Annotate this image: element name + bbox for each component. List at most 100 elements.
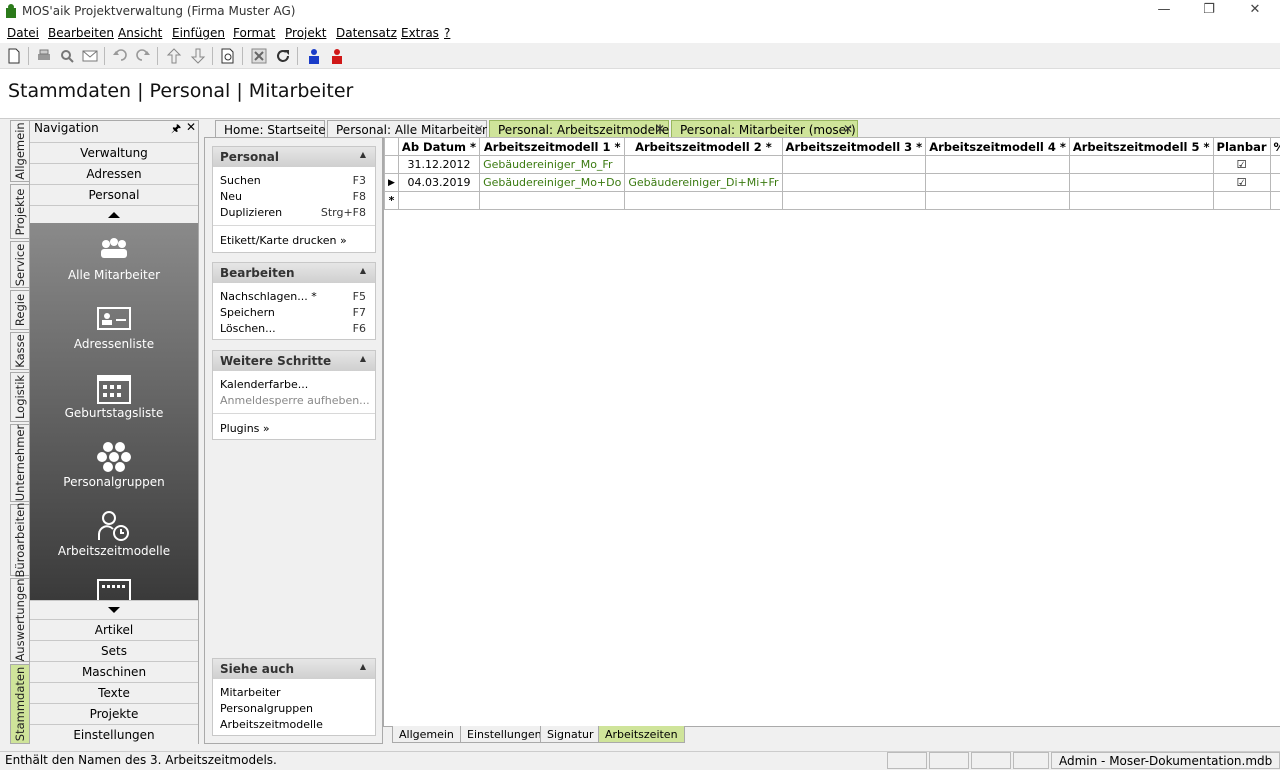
menu-format[interactable]: Format [233, 26, 275, 40]
restore-button[interactable]: ❐ [1197, 2, 1221, 20]
arrow-down-icon[interactable] [189, 47, 207, 65]
cell-prozent[interactable] [1269, 173, 1280, 192]
menu-datensatz[interactable]: Datensatz [336, 26, 397, 40]
task-etikett-drucken[interactable]: Etikett/Karte drucken » [220, 234, 347, 247]
table-row[interactable]: ▶ 04.03.2019 Gebäudereiniger_Mo+Do Gebäu… [384, 173, 1280, 192]
cell-modell-2[interactable] [624, 155, 783, 174]
col-prozent[interactable]: % [1269, 137, 1280, 156]
print-preview-icon[interactable] [58, 47, 76, 65]
new-row[interactable]: * [384, 191, 1280, 210]
cell-modell-5[interactable] [1068, 173, 1214, 192]
cell-date[interactable]: 04.03.2019 [397, 173, 481, 192]
tab-alle-mitarbeiter[interactable]: Personal: Alle Mitarbeiter ✕ [327, 120, 487, 137]
cell-prozent[interactable] [1269, 155, 1280, 174]
cell-modell-2[interactable]: Gebäudereiniger_Di+Mi+Fr [624, 173, 783, 192]
cell-modell-3[interactable] [781, 155, 927, 174]
task-neu[interactable]: Neu [220, 190, 242, 203]
planbar-checkbox[interactable] [1212, 191, 1271, 210]
user-blue-icon[interactable] [305, 47, 323, 65]
nav-texte[interactable]: Texte [30, 682, 198, 702]
delete-record-icon[interactable] [250, 47, 268, 65]
user-red-icon[interactable] [328, 47, 346, 65]
menu-projekt[interactable]: Projekt [285, 26, 326, 40]
nav-adressenliste[interactable]: Adressenliste [30, 337, 198, 351]
refresh-icon[interactable] [274, 47, 292, 65]
task-panel-header[interactable]: Bearbeiten ▲ [213, 263, 375, 283]
cell-modell-2[interactable] [624, 191, 783, 210]
subtab-einstellungen[interactable]: Einstellungen [460, 726, 549, 743]
col-modell-5[interactable]: Arbeitszeitmodell 5 * [1068, 137, 1214, 156]
link-personalgruppen[interactable]: Personalgruppen [220, 702, 313, 715]
cell-modell-1[interactable]: Gebäudereiniger_Mo+Do [479, 173, 626, 192]
tab-home-startseite[interactable]: Home: Startseite [215, 120, 326, 137]
vtab-bueroarbeiten[interactable]: Büroarbeiten [10, 503, 29, 577]
nav-sets[interactable]: Sets [30, 640, 198, 660]
mail-icon[interactable] [81, 47, 99, 65]
subtab-allgemein[interactable]: Allgemein [392, 726, 461, 743]
nav-alle-mitarbeiter[interactable]: Alle Mitarbeiter [30, 268, 198, 282]
vtab-regie[interactable]: Regie [10, 290, 29, 330]
minimize-button[interactable]: — [1152, 2, 1176, 20]
cell-date[interactable]: 31.12.2012 [397, 155, 481, 174]
planbar-checkbox[interactable]: ☑ [1212, 155, 1271, 174]
task-panel-header[interactable]: Personal ▲ [213, 147, 375, 167]
nav-close-icon[interactable]: ✕ [186, 120, 196, 134]
tab-close-icon[interactable]: ✕ [474, 122, 484, 136]
task-panel-header[interactable]: Weitere Schritte ▲ [213, 351, 375, 371]
col-modell-3[interactable]: Arbeitszeitmodell 3 * [781, 137, 927, 156]
print-icon[interactable] [35, 47, 53, 65]
menu-ansicht[interactable]: Ansicht [118, 26, 162, 40]
cell-modell-1[interactable] [479, 191, 626, 210]
nav-maschinen[interactable]: Maschinen [30, 661, 198, 681]
task-kalenderfarbe[interactable]: Kalenderfarbe... [220, 378, 308, 391]
col-ab-datum[interactable]: Ab Datum * [397, 137, 481, 156]
menu-einfuegen[interactable]: Einfügen [172, 26, 225, 40]
col-modell-4[interactable]: Arbeitszeitmodell 4 * [925, 137, 1070, 156]
task-plugins[interactable]: Plugins » [220, 422, 270, 435]
current-row-indicator[interactable]: ▶ [384, 173, 399, 192]
search-document-icon[interactable] [219, 47, 237, 65]
pin-icon[interactable]: 🖈 [171, 120, 181, 139]
undo-icon[interactable] [111, 47, 129, 65]
task-nachschlagen[interactable]: Nachschlagen... * [220, 290, 317, 303]
col-modell-2[interactable]: Arbeitszeitmodell 2 * [624, 137, 783, 156]
task-loeschen[interactable]: Löschen... [220, 322, 276, 335]
cell-modell-5[interactable] [1068, 191, 1214, 210]
vtab-auswertungen[interactable]: Auswertungen [10, 578, 29, 662]
nav-adressen[interactable]: Adressen [30, 163, 198, 183]
subtab-arbeitszeiten[interactable]: Arbeitszeiten [598, 726, 685, 743]
task-panel-header[interactable]: Siehe auch ▲ [213, 659, 375, 679]
menu-help[interactable]: ? [444, 26, 450, 40]
nav-personalgruppen[interactable]: Personalgruppen [30, 475, 198, 489]
tab-close-icon[interactable]: ✕ [655, 122, 665, 136]
nav-verwaltung[interactable]: Verwaltung [30, 142, 198, 162]
cell-date[interactable] [397, 191, 481, 210]
vtab-service[interactable]: Service [10, 241, 29, 288]
vtab-unternehmer[interactable]: Unternehmer [10, 424, 29, 502]
task-speichern[interactable]: Speichern [220, 306, 275, 319]
tab-close-icon[interactable]: ✕ [843, 122, 853, 136]
scroll-down-button[interactable] [30, 600, 198, 618]
tab-mitarbeiter-moser[interactable]: Personal: Mitarbeiter (moser) ✕ [671, 120, 858, 137]
nav-arbeitszeitmodelle[interactable]: Arbeitszeitmodelle [30, 544, 198, 558]
col-modell-1[interactable]: Arbeitszeitmodell 1 * [479, 137, 626, 156]
scroll-up-button[interactable] [30, 205, 198, 223]
menu-bearbeiten[interactable]: Bearbeiten [48, 26, 114, 40]
link-mitarbeiter[interactable]: Mitarbeiter [220, 686, 281, 699]
vtab-kasse[interactable]: Kasse [10, 332, 29, 370]
arrow-up-icon[interactable] [165, 47, 183, 65]
task-suchen[interactable]: Suchen [220, 174, 261, 187]
menu-extras[interactable]: Extras [401, 26, 439, 40]
menu-datei[interactable]: Datei [7, 26, 39, 40]
link-arbeitszeitmodelle[interactable]: Arbeitszeitmodelle [220, 718, 323, 731]
nav-personal[interactable]: Personal [30, 184, 198, 204]
new-document-icon[interactable] [5, 47, 23, 65]
task-duplizieren[interactable]: Duplizieren [220, 206, 282, 219]
table-row[interactable]: 31.12.2012 Gebäudereiniger_Mo_Fr ☑ [384, 155, 1280, 174]
cell-modell-1[interactable]: Gebäudereiniger_Mo_Fr [479, 155, 626, 174]
cell-modell-4[interactable] [925, 155, 1070, 174]
vtab-logistik[interactable]: Logistik [10, 372, 29, 422]
subtab-signatur[interactable]: Signatur [540, 726, 601, 743]
cell-modell-3[interactable] [781, 173, 927, 192]
nav-artikel[interactable]: Artikel [30, 619, 198, 639]
